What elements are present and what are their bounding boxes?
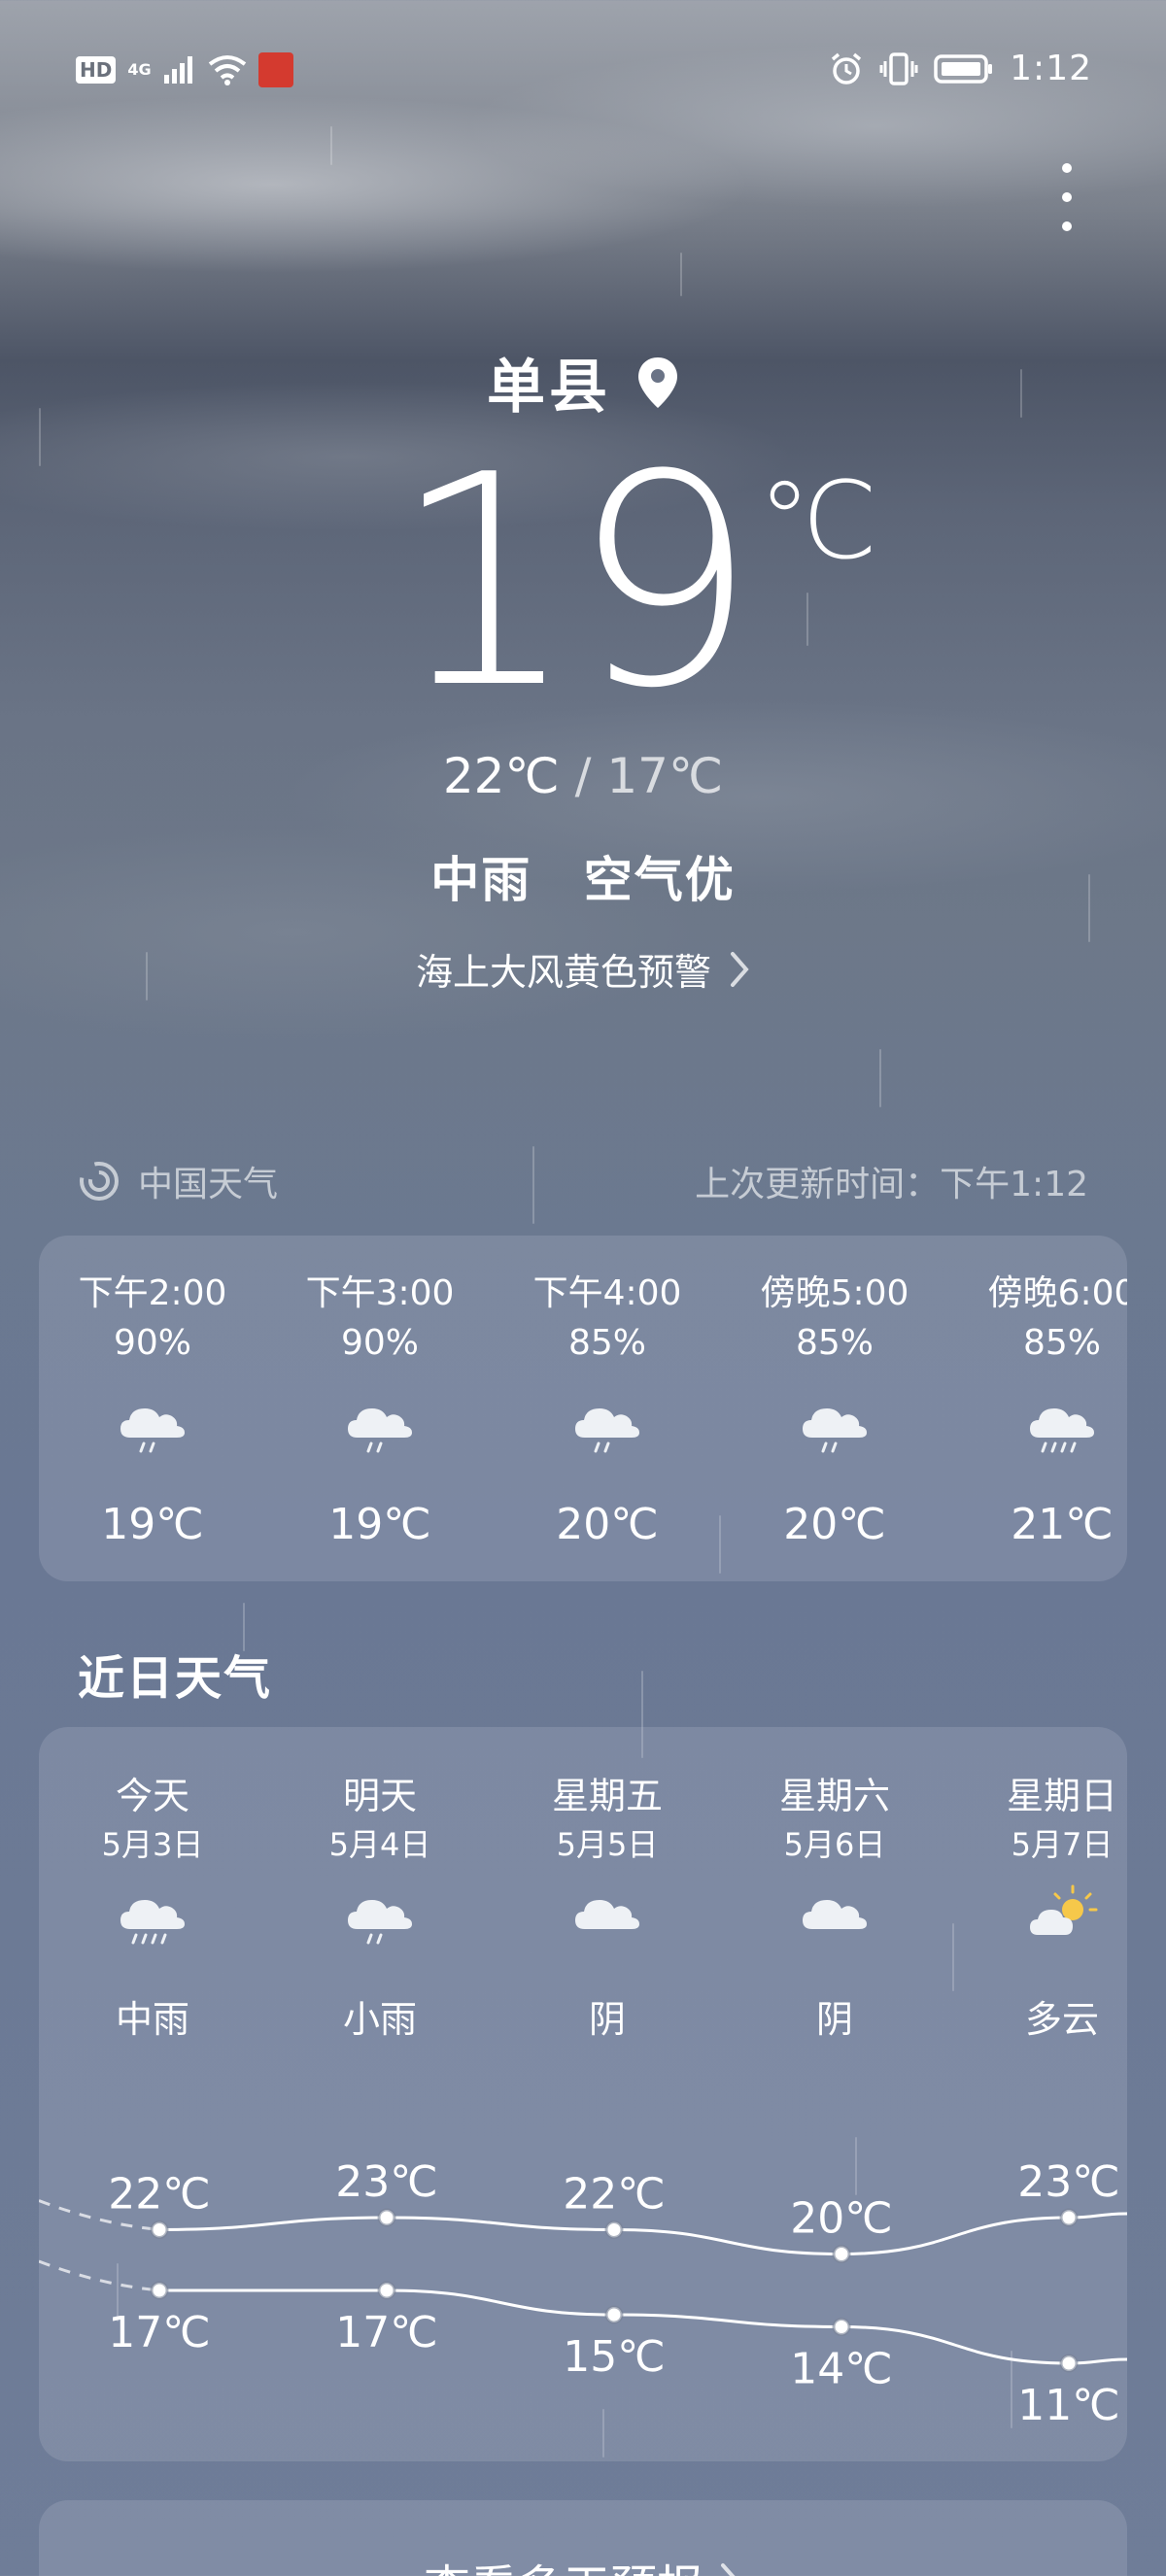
menu-dot-icon	[1062, 163, 1072, 173]
hour-temp: 19℃	[328, 1500, 431, 1549]
alarm-icon	[832, 52, 862, 85]
temp-unit: ℃	[758, 458, 878, 583]
current-condition: 中雨 空气优	[0, 841, 1166, 911]
source-row: 中国天气 上次更新时间：下午1:12	[78, 1156, 1088, 1206]
network-type: 4G	[127, 60, 152, 79]
low-temp-label: 17℃	[335, 2308, 437, 2357]
hour-icon-wrap	[571, 1391, 645, 1469]
status-bar: HD 4G 1:12	[0, 0, 1166, 146]
light-rain-icon	[575, 1408, 639, 1453]
high-temp-line	[158, 2212, 1127, 2256]
high-temp-label: 20℃	[790, 2194, 892, 2244]
high-temp-point	[377, 2208, 396, 2227]
hour-icon-wrap	[117, 1391, 190, 1469]
provider-name: 中国天气	[138, 1165, 279, 1204]
precip-probability: 90%	[113, 1323, 191, 1363]
more-menu-button[interactable]	[1061, 163, 1073, 231]
high-temp-point	[1059, 2208, 1079, 2227]
hour-temp: 20℃	[783, 1500, 886, 1549]
location-pin-icon	[638, 356, 677, 408]
high-temp-label: 22℃	[108, 2170, 210, 2220]
wifi-icon	[208, 55, 246, 85]
high-temp-point	[832, 2245, 851, 2263]
temp-value: 19	[392, 413, 757, 752]
hour-time: 下午3:00	[305, 1273, 455, 1313]
weather-provider: 中国天气	[78, 1156, 278, 1206]
clock-time: 1:12	[1010, 49, 1092, 88]
china-weather-logo-icon	[80, 1162, 119, 1201]
hour-temp: 20℃	[556, 1500, 659, 1549]
high-temp-label: 23℃	[335, 2157, 437, 2207]
menu-dot-icon	[1062, 192, 1072, 202]
status-left: HD 4G	[76, 52, 293, 87]
daily-forecast-card[interactable]: 今天 5月3日 中雨 明天 5月4日 小雨 星期五 5月5日阴星期六 5月6日阴星期日 5月7日多…	[39, 1727, 1127, 2461]
today-high: 22℃	[442, 748, 560, 804]
light-rain-icon	[803, 1408, 867, 1453]
low-temp-point	[604, 2305, 624, 2324]
vibrate-icon	[879, 51, 918, 85]
low-temp-point	[377, 2281, 396, 2300]
hour-time: 下午4:00	[532, 1273, 682, 1313]
app-notification-icon	[257, 52, 293, 87]
rain-streak	[680, 253, 682, 296]
precip-probability: 85%	[1022, 1323, 1101, 1363]
high-low-separator: /	[574, 748, 592, 804]
weather-alert-link[interactable]: 海上大风黄色预警	[0, 942, 1166, 996]
more-days-label-row: 查看多天预报	[424, 2549, 742, 2576]
precip-probability: 90%	[340, 1323, 419, 1363]
hour-icon-wrap	[1026, 1391, 1100, 1469]
signal-icon	[163, 56, 192, 84]
temperature-trend-chart: 22℃ 23℃ 22℃ 20℃ 23℃ 17℃ 17℃ 15℃ 14℃ 11℃	[39, 2157, 1127, 2430]
chevron-right-icon	[731, 951, 749, 987]
rain-streak	[879, 1049, 881, 1107]
hd-badge: HD	[76, 56, 117, 84]
low-temp-label: 17℃	[108, 2308, 210, 2357]
high-temp-point	[150, 2220, 169, 2239]
last-updated: 上次更新时间：下午1:12	[695, 1165, 1088, 1204]
hour-time: 傍晚6:00	[987, 1273, 1127, 1313]
current-temperature: 19 ℃	[0, 437, 1166, 729]
hour-icon-wrap	[799, 1391, 873, 1469]
location-name: 单县	[487, 354, 611, 422]
location-header[interactable]: 单县	[0, 340, 1166, 424]
more-days-label: 查看多天预报	[424, 2549, 703, 2576]
high-low-temp: 22℃ / 17℃	[0, 748, 1166, 804]
menu-dot-icon	[1062, 221, 1072, 231]
today-low: 17℃	[606, 748, 724, 804]
light-rain-icon	[120, 1408, 185, 1453]
status-right: 1:12	[829, 49, 1092, 88]
low-temp-label: 11℃	[1017, 2381, 1119, 2430]
hour-icon-wrap	[344, 1391, 418, 1469]
chevron-right-icon	[721, 2563, 736, 2576]
light-rain-icon	[348, 1408, 412, 1453]
recent-weather-title: 近日天气	[78, 1651, 273, 1706]
low-temp-point	[832, 2318, 851, 2336]
air-quality: 空气优	[583, 852, 736, 908]
hour-time: 下午2:00	[78, 1273, 227, 1313]
more-days-button[interactable]: 查看多天预报	[39, 2500, 1127, 2576]
low-temp-point	[1059, 2354, 1079, 2373]
moderate-rain-icon	[1030, 1408, 1094, 1453]
hour-temp: 21℃	[1011, 1500, 1114, 1549]
high-temp-label: 22℃	[563, 2170, 665, 2220]
hour-time: 傍晚5:00	[760, 1273, 909, 1313]
low-temp-label: 14℃	[790, 2345, 892, 2394]
battery-icon	[934, 53, 993, 84]
high-temp-label: 23℃	[1017, 2157, 1119, 2207]
low-temp-point	[150, 2281, 169, 2300]
hour-temp: 19℃	[101, 1500, 204, 1549]
alert-text: 海上大风黄色预警	[415, 951, 711, 994]
weather-condition: 中雨	[430, 852, 532, 908]
low-temp-history-dash	[39, 2259, 160, 2292]
low-temp-label: 15℃	[563, 2332, 665, 2382]
precip-probability: 85%	[567, 1323, 646, 1363]
precip-probability: 85%	[795, 1323, 874, 1363]
hourly-forecast-card[interactable]: 下午2:00 90% 19℃ 下午3:00 90% 19℃ 下午4:00 85% 20℃ 傍晚5:…	[39, 1236, 1127, 1581]
high-temp-point	[604, 2220, 624, 2239]
